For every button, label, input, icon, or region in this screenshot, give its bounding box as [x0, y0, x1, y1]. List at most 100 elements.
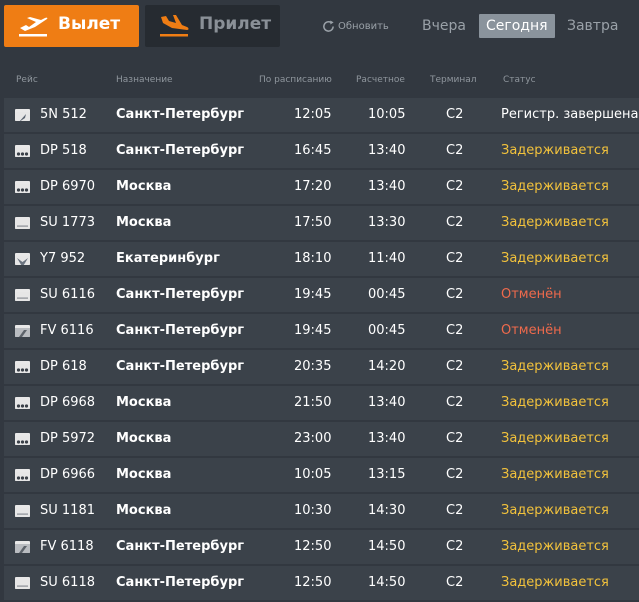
flight-number: SU 1181	[40, 503, 95, 518]
terminal: C2	[446, 215, 464, 230]
airline-y7-logo-icon	[15, 253, 30, 265]
estimated-time: 13:15	[368, 467, 406, 482]
day-yesterday[interactable]: Вчера	[422, 14, 466, 38]
scheduled-time: 10:30	[294, 503, 332, 518]
flight-number: SU 6116	[40, 287, 95, 302]
terminal: C2	[446, 575, 464, 590]
table-row[interactable]: 5N 512 Санкт-Петербург 12:05 10:05 C2 Регистр…	[4, 98, 639, 132]
flight-number: DP 5972	[40, 431, 96, 446]
scheduled-time: 12:50	[294, 539, 332, 554]
status-text: Отменён	[501, 287, 562, 302]
airline-fv-logo-icon	[15, 541, 30, 553]
day-tomorrow[interactable]: Завтра	[567, 14, 618, 38]
destination: Москва	[116, 431, 172, 446]
status-text: Задерживается	[501, 503, 609, 518]
table-row[interactable]: DP 6966 Москва 10:05 13:15 C2 Задерживается	[4, 458, 639, 492]
destination: Москва	[116, 503, 172, 518]
scheduled-time: 16:45	[294, 143, 332, 158]
status-text: Задерживается	[501, 539, 609, 554]
column-scheduled: По расписанию	[259, 75, 332, 85]
table-row[interactable]: SU 6116 Санкт-Петербург 19:45 00:45 C2 Отменё…	[4, 278, 639, 312]
terminal: C2	[446, 143, 464, 158]
scheduled-time: 17:20	[294, 179, 332, 194]
terminal: C2	[446, 359, 464, 374]
airline-su-logo-icon	[15, 289, 30, 301]
tab-arrivals[interactable]: Прилет	[145, 5, 280, 47]
table-row[interactable]: DP 5972 Москва 23:00 13:40 C2 Задерживается	[4, 422, 639, 456]
destination: Санкт-Петербург	[116, 575, 245, 590]
terminal: C2	[446, 395, 464, 410]
column-terminal: Терминал	[430, 75, 477, 85]
estimated-time: 14:20	[368, 359, 406, 374]
terminal: C2	[446, 107, 464, 122]
status-text: Задерживается	[501, 179, 609, 194]
airline-dp-logo-icon	[15, 181, 30, 193]
flight-number: DP 6968	[40, 395, 96, 410]
airline-su-logo-icon	[15, 217, 30, 229]
scheduled-time: 12:50	[294, 575, 332, 590]
column-destination: Назначение	[116, 75, 173, 85]
scheduled-time: 12:05	[294, 107, 332, 122]
scheduled-time: 23:00	[294, 431, 332, 446]
status-text: Задерживается	[501, 467, 609, 482]
destination: Москва	[116, 215, 172, 230]
terminal: C2	[446, 539, 464, 554]
refresh-button[interactable]: Обновить	[322, 20, 389, 33]
flight-number: Y7 952	[40, 251, 86, 266]
terminal: C2	[446, 179, 464, 194]
airline-su-logo-icon	[15, 505, 30, 517]
terminal: C2	[446, 287, 464, 302]
table-row[interactable]: DP 518 Санкт-Петербург 16:45 13:40 C2 Задержи…	[4, 134, 639, 168]
destination: Санкт-Петербург	[116, 539, 245, 554]
airline-dp-logo-icon	[15, 433, 30, 445]
estimated-time: 13:40	[368, 395, 406, 410]
status-text: Задерживается	[501, 575, 609, 590]
table-row[interactable]: DP 6968 Москва 21:50 13:40 C2 Задерживается	[4, 386, 639, 420]
tab-departures[interactable]: Вылет	[4, 5, 139, 47]
estimated-time: 13:40	[368, 143, 406, 158]
plane-landing-icon	[160, 15, 189, 37]
estimated-time: 14:30	[368, 503, 406, 518]
status-text: Отменён	[501, 323, 562, 338]
flight-number: SU 1773	[40, 215, 95, 230]
table-row[interactable]: SU 6118 Санкт-Петербург 12:50 14:50 C2 Задерж…	[4, 566, 639, 600]
table-row[interactable]: SU 1773 Москва 17:50 13:30 C2 Задерживается	[4, 206, 639, 240]
plane-takeoff-icon	[19, 17, 48, 37]
refresh-label: Обновить	[338, 21, 389, 32]
status-text: Задерживается	[501, 395, 609, 410]
day-today[interactable]: Сегодня	[479, 14, 555, 38]
column-estimated: Расчетное	[356, 75, 405, 85]
table-row[interactable]: Y7 952 Екатеринбург 18:10 11:40 C2 Задерживае…	[4, 242, 639, 276]
tab-arrivals-label: Прилет	[199, 14, 272, 34]
terminal: C2	[446, 467, 464, 482]
status-text: Регистр. завершена	[501, 107, 639, 122]
refresh-icon	[323, 20, 334, 32]
flight-number: DP 6966	[40, 467, 96, 482]
column-flight: Рейс	[16, 75, 38, 85]
status-text: Задерживается	[501, 251, 609, 266]
flights-table: 5N 512 Санкт-Петербург 12:05 10:05 C2 Регистр…	[4, 98, 639, 602]
estimated-time: 10:05	[368, 107, 406, 122]
terminal: C2	[446, 503, 464, 518]
table-row[interactable]: DP 618 Санкт-Петербург 20:35 14:20 C2 Задержи…	[4, 350, 639, 384]
airline-fv-logo-icon	[15, 325, 30, 337]
destination: Москва	[116, 179, 172, 194]
estimated-time: 13:40	[368, 431, 406, 446]
flight-number: SU 6118	[40, 575, 95, 590]
status-text: Задерживается	[501, 431, 609, 446]
table-header: Рейс Назначение По расписанию Расчетное …	[0, 70, 639, 92]
table-row[interactable]: DP 6970 Москва 17:20 13:40 C2 Задерживается	[4, 170, 639, 204]
scheduled-time: 17:50	[294, 215, 332, 230]
tab-departures-label: Вылет	[58, 14, 121, 34]
destination: Москва	[116, 467, 172, 482]
estimated-time: 14:50	[368, 575, 406, 590]
estimated-time: 13:30	[368, 215, 406, 230]
table-row[interactable]: FV 6118 Санкт-Петербург 12:50 14:50 C2 Задерж…	[4, 530, 639, 564]
status-text: Задерживается	[501, 143, 609, 158]
airline-dp-logo-icon	[15, 145, 30, 157]
table-row[interactable]: FV 6116 Санкт-Петербург 19:45 00:45 C2 Отменё…	[4, 314, 639, 348]
destination: Екатеринбург	[116, 251, 220, 266]
estimated-time: 00:45	[368, 323, 406, 338]
estimated-time: 11:40	[368, 251, 406, 266]
table-row[interactable]: SU 1181 Москва 10:30 14:30 C2 Задерживается	[4, 494, 639, 528]
